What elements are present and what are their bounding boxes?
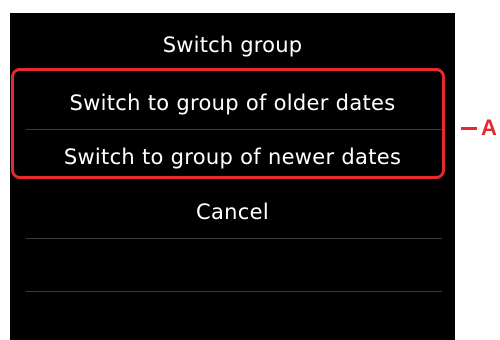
menu-divider [26,238,442,239]
annotation-highlight-box [11,68,445,179]
lcd-screen: Switch group Switch to group of older da… [10,13,455,340]
menu-item-cancel[interactable]: Cancel [10,187,455,237]
menu-divider [26,291,442,292]
screen-title: Switch group [162,33,303,57]
annotation-label: A [481,115,497,140]
annotation-callout-line [461,127,477,130]
